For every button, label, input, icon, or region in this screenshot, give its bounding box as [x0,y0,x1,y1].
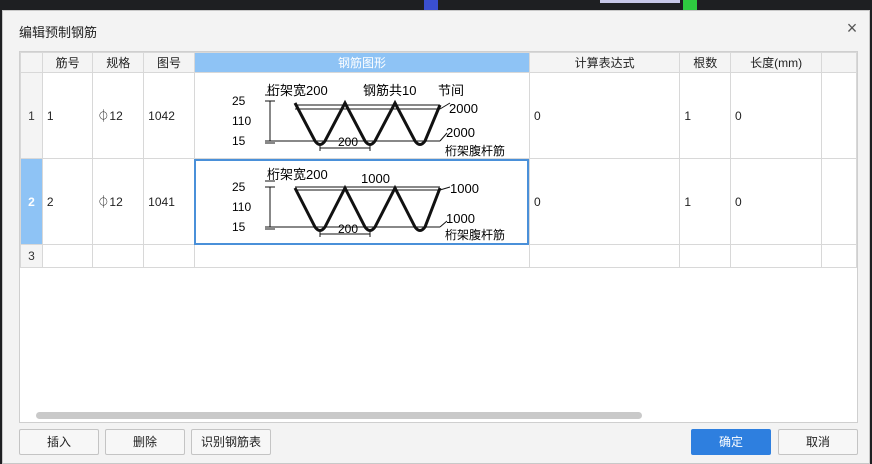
dim-top-label: 25 [232,94,246,108]
table-row[interactable]: 1 1 ⏀12 1042 25 110 15 桁架宽200 钢筋共10 节间 2… [20,72,857,159]
bottom-length-label: 2000 [446,125,475,140]
edit-prefab-rebar-dialog: 编辑预制钢筋 × 筋号 规格 图号 钢筋图形 计算表达式 根数 长度(mm) 1… [2,10,870,464]
cell-shape[interactable]: 25 110 15 桁架宽200 钢筋共10 节间 200 2000 2000 … [193,72,530,159]
table-row[interactable]: 2 2 ⏀12 1041 25 110 15 桁架宽200 1000 200 1… [20,158,857,245]
web-bar-label: 桁架腹杆筋 [445,227,505,242]
cell-shape[interactable]: 25 110 15 桁架宽200 1000 200 1000 1000 桁架腹杆… [193,158,530,245]
cell-fig-no[interactable] [143,244,195,268]
header-bar-no[interactable]: 筋号 [41,52,94,73]
cell-length[interactable] [729,244,823,268]
cell-expression[interactable]: 0 [528,158,681,245]
cell-count[interactable]: 1 [679,158,731,245]
table-row[interactable]: 3 [20,244,857,268]
background-accent [600,0,680,3]
truss-rebar-figure: 25 110 15 桁架宽200 1000 200 1000 1000 桁架腹杆… [232,167,505,242]
cell-filler [821,158,857,245]
ok-button[interactable]: 确定 [691,429,771,455]
row-index[interactable]: 1 [20,72,43,159]
background-accent [683,0,697,10]
cell-spec[interactable] [92,244,145,268]
cell-bar-no[interactable]: 2 [41,158,94,245]
row-index[interactable]: 2 [20,158,43,245]
header-expression[interactable]: 计算表达式 [528,52,681,73]
header-spec[interactable]: 规格 [92,52,145,73]
cell-length[interactable]: 0 [729,72,823,159]
dim-mid-label: 110 [232,114,251,128]
header-length[interactable]: 长度(mm) [729,52,823,73]
close-icon[interactable]: × [843,19,861,37]
span-label: 200 [338,135,358,149]
dim-bot-label: 15 [232,134,246,148]
cell-shape[interactable] [193,244,530,268]
span-label: 200 [338,222,358,236]
cell-bar-no[interactable]: 1 [41,72,94,159]
table-header-row: 筋号 规格 图号 钢筋图形 计算表达式 根数 长度(mm) [20,52,857,73]
background-accent [424,0,438,10]
cell-fig-no[interactable]: 1041 [143,158,195,245]
cancel-button[interactable]: 取消 [778,429,858,455]
cell-bar-no[interactable] [41,244,94,268]
cell-count[interactable] [679,244,731,268]
cell-filler [821,72,857,159]
top-length-label: 2000 [449,101,478,116]
cell-length[interactable]: 0 [729,158,823,245]
horizontal-scrollbar[interactable] [36,412,642,419]
width-label: 桁架宽200 [267,167,328,182]
dim-top-label: 25 [232,180,246,194]
web-bar-label: 桁架腹杆筋 [445,143,505,158]
header-filler [821,52,857,73]
cell-fig-no[interactable]: 1042 [143,72,195,159]
header-corner [20,52,43,73]
rebar-table: 筋号 规格 图号 钢筋图形 计算表达式 根数 长度(mm) 1 1 ⏀12 10… [20,52,857,268]
rebar-grid: 筋号 规格 图号 钢筋图形 计算表达式 根数 长度(mm) 1 1 ⏀12 10… [19,51,858,423]
dialog-title: 编辑预制钢筋 [19,25,98,40]
dim-bot-label: 15 [232,220,246,234]
cell-expression[interactable] [528,244,681,268]
truss-rebar-figure: 25 110 15 桁架宽200 钢筋共10 节间 200 2000 2000 … [232,83,505,158]
middle-length-label: 1000 [361,171,390,186]
pitch-label: 节间 [438,83,464,98]
cell-count[interactable]: 1 [679,72,731,159]
recognize-rebar-table-button[interactable]: 识别钢筋表 [191,429,271,455]
bottom-length-label: 1000 [446,211,475,226]
delete-button[interactable]: 删除 [105,429,185,455]
width-label: 桁架宽200 [267,83,328,98]
count-label: 钢筋共10 [363,83,416,98]
row-index[interactable]: 3 [20,244,43,268]
dim-mid-label: 110 [232,200,251,214]
header-count[interactable]: 根数 [679,52,731,73]
cell-expression[interactable]: 0 [528,72,681,159]
header-fig-no[interactable]: 图号 [143,52,195,73]
header-shape[interactable]: 钢筋图形 [193,52,530,73]
insert-button[interactable]: 插入 [19,429,99,455]
cell-filler [821,244,857,268]
cell-spec[interactable]: ⏀12 [92,72,145,159]
top-length-label: 1000 [450,181,479,196]
cell-spec[interactable]: ⏀12 [92,158,145,245]
